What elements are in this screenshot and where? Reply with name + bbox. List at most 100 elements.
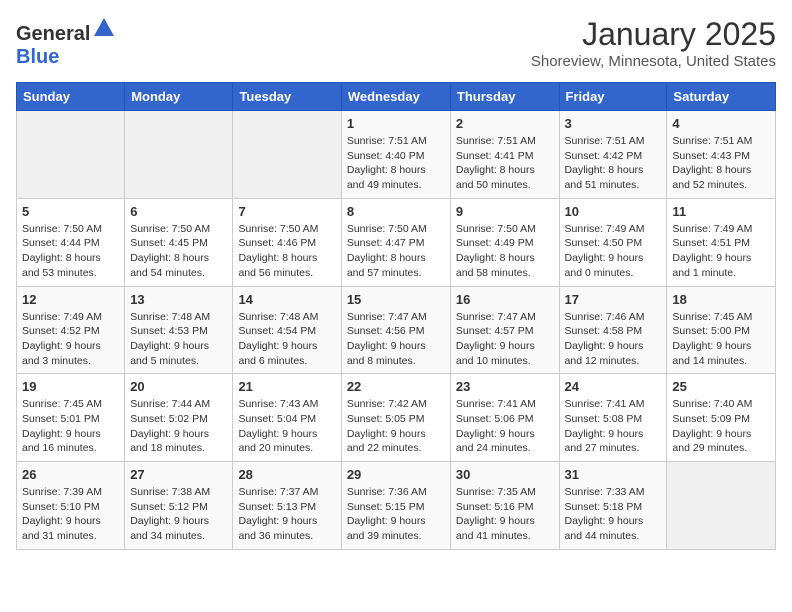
calendar-cell: 20 Sunrise: 7:44 AM Sunset: 5:02 PM Dayli… <box>125 374 233 462</box>
header-day-sunday: Sunday <box>17 83 125 111</box>
day-info: Sunrise: 7:45 AM Sunset: 5:00 PM Dayligh… <box>672 310 770 369</box>
month-title: January 2025 <box>531 16 776 53</box>
day-info: Sunrise: 7:41 AM Sunset: 5:08 PM Dayligh… <box>565 397 662 456</box>
header-row: SundayMondayTuesdayWednesdayThursdayFrid… <box>17 83 776 111</box>
day-number: 8 <box>347 204 445 219</box>
day-number: 26 <box>22 467 119 482</box>
day-info: Sunrise: 7:33 AM Sunset: 5:18 PM Dayligh… <box>565 485 662 544</box>
calendar-cell: 19 Sunrise: 7:45 AM Sunset: 5:01 PM Dayli… <box>17 374 125 462</box>
calendar-cell: 8 Sunrise: 7:50 AM Sunset: 4:47 PM Daylig… <box>341 198 450 286</box>
calendar-cell: 27 Sunrise: 7:38 AM Sunset: 5:12 PM Dayli… <box>125 462 233 550</box>
calendar-cell: 18Sunrise: 7:45 AM Sunset: 5:00 PM Dayli… <box>667 286 776 374</box>
day-info: Sunrise: 7:36 AM Sunset: 5:15 PM Dayligh… <box>347 485 445 544</box>
calendar-cell: 9Sunrise: 7:50 AM Sunset: 4:49 PM Daylig… <box>450 198 559 286</box>
calendar-cell: 13 Sunrise: 7:48 AM Sunset: 4:53 PM Dayli… <box>125 286 233 374</box>
day-info: Sunrise: 7:49 AM Sunset: 4:50 PM Dayligh… <box>565 222 662 281</box>
day-number: 27 <box>130 467 227 482</box>
calendar-cell: 7 Sunrise: 7:50 AM Sunset: 4:46 PM Daylig… <box>233 198 341 286</box>
week-row-1: 5Sunrise: 7:50 AM Sunset: 4:44 PM Daylig… <box>17 198 776 286</box>
day-number: 13 <box>130 292 227 307</box>
calendar-cell: 30 Sunrise: 7:35 AM Sunset: 5:16 PM Dayli… <box>450 462 559 550</box>
title-block: January 2025 Shoreview, Minnesota, Unite… <box>531 16 776 70</box>
day-info: Sunrise: 7:35 AM Sunset: 5:16 PM Dayligh… <box>456 485 554 544</box>
calendar-cell: 22Sunrise: 7:42 AM Sunset: 5:05 PM Dayli… <box>341 374 450 462</box>
day-info: Sunrise: 7:50 AM Sunset: 4:44 PM Dayligh… <box>22 222 119 281</box>
day-info: Sunrise: 7:44 AM Sunset: 5:02 PM Dayligh… <box>130 397 227 456</box>
day-number: 6 <box>130 204 227 219</box>
day-number: 14 <box>238 292 335 307</box>
calendar-cell: 31 Sunrise: 7:33 AM Sunset: 5:18 PM Dayli… <box>559 462 667 550</box>
day-number: 11 <box>672 204 770 219</box>
calendar-cell: 28Sunrise: 7:37 AM Sunset: 5:13 PM Dayli… <box>233 462 341 550</box>
day-info: Sunrise: 7:47 AM Sunset: 4:57 PM Dayligh… <box>456 310 554 369</box>
day-number: 3 <box>565 116 662 131</box>
calendar-cell <box>17 111 125 199</box>
day-number: 16 <box>456 292 554 307</box>
day-info: Sunrise: 7:45 AM Sunset: 5:01 PM Dayligh… <box>22 397 119 456</box>
week-row-0: 1 Sunrise: 7:51 AM Sunset: 4:40 PM Daylig… <box>17 111 776 199</box>
day-info: Sunrise: 7:49 AM Sunset: 4:51 PM Dayligh… <box>672 222 770 281</box>
day-info: Sunrise: 7:50 AM Sunset: 4:47 PM Dayligh… <box>347 222 445 281</box>
day-info: Sunrise: 7:50 AM Sunset: 4:45 PM Dayligh… <box>130 222 227 281</box>
day-number: 12 <box>22 292 119 307</box>
day-number: 23 <box>456 379 554 394</box>
logo-blue: Blue <box>16 46 59 68</box>
calendar-cell: 11 Sunrise: 7:49 AM Sunset: 4:51 PM Dayli… <box>667 198 776 286</box>
week-row-2: 12 Sunrise: 7:49 AM Sunset: 4:52 PM Dayli… <box>17 286 776 374</box>
day-info: Sunrise: 7:43 AM Sunset: 5:04 PM Dayligh… <box>238 397 335 456</box>
calendar-cell: 25Sunrise: 7:40 AM Sunset: 5:09 PM Dayli… <box>667 374 776 462</box>
calendar-cell <box>125 111 233 199</box>
week-row-4: 26 Sunrise: 7:39 AM Sunset: 5:10 PM Dayli… <box>17 462 776 550</box>
day-number: 4 <box>672 116 770 131</box>
header-day-tuesday: Tuesday <box>233 83 341 111</box>
day-number: 21 <box>238 379 335 394</box>
calendar-cell: 5Sunrise: 7:50 AM Sunset: 4:44 PM Daylig… <box>17 198 125 286</box>
day-number: 31 <box>565 467 662 482</box>
calendar-cell <box>667 462 776 550</box>
day-info: Sunrise: 7:49 AM Sunset: 4:52 PM Dayligh… <box>22 310 119 369</box>
day-number: 30 <box>456 467 554 482</box>
day-number: 19 <box>22 379 119 394</box>
week-row-3: 19 Sunrise: 7:45 AM Sunset: 5:01 PM Dayli… <box>17 374 776 462</box>
calendar-cell: 3 Sunrise: 7:51 AM Sunset: 4:42 PM Daylig… <box>559 111 667 199</box>
day-number: 2 <box>456 116 554 131</box>
logo-wordmark: General Blue <box>16 16 116 69</box>
day-number: 24 <box>565 379 662 394</box>
calendar-cell: 1 Sunrise: 7:51 AM Sunset: 4:40 PM Daylig… <box>341 111 450 199</box>
header-day-wednesday: Wednesday <box>341 83 450 111</box>
header-day-friday: Friday <box>559 83 667 111</box>
day-number: 25 <box>672 379 770 394</box>
calendar-cell: 14 Sunrise: 7:48 AM Sunset: 4:54 PM Dayli… <box>233 286 341 374</box>
day-info: Sunrise: 7:39 AM Sunset: 5:10 PM Dayligh… <box>22 485 119 544</box>
day-number: 20 <box>130 379 227 394</box>
day-info: Sunrise: 7:50 AM Sunset: 4:46 PM Dayligh… <box>238 222 335 281</box>
day-info: Sunrise: 7:51 AM Sunset: 4:40 PM Dayligh… <box>347 134 445 193</box>
day-number: 15 <box>347 292 445 307</box>
day-info: Sunrise: 7:48 AM Sunset: 4:54 PM Dayligh… <box>238 310 335 369</box>
day-info: Sunrise: 7:51 AM Sunset: 4:42 PM Dayligh… <box>565 134 662 193</box>
calendar-cell: 16 Sunrise: 7:47 AM Sunset: 4:57 PM Dayli… <box>450 286 559 374</box>
calendar-cell: 23Sunrise: 7:41 AM Sunset: 5:06 PM Dayli… <box>450 374 559 462</box>
day-info: Sunrise: 7:51 AM Sunset: 4:43 PM Dayligh… <box>672 134 770 193</box>
logo: General Blue <box>16 16 116 69</box>
day-number: 7 <box>238 204 335 219</box>
calendar-cell: 15 Sunrise: 7:47 AM Sunset: 4:56 PM Dayli… <box>341 286 450 374</box>
calendar-cell: 2Sunrise: 7:51 AM Sunset: 4:41 PM Daylig… <box>450 111 559 199</box>
day-info: Sunrise: 7:48 AM Sunset: 4:53 PM Dayligh… <box>130 310 227 369</box>
day-info: Sunrise: 7:38 AM Sunset: 5:12 PM Dayligh… <box>130 485 227 544</box>
day-info: Sunrise: 7:46 AM Sunset: 4:58 PM Dayligh… <box>565 310 662 369</box>
calendar-cell: 10 Sunrise: 7:49 AM Sunset: 4:50 PM Dayli… <box>559 198 667 286</box>
day-number: 10 <box>565 204 662 219</box>
logo-general: General <box>16 23 90 45</box>
logo-icon <box>92 16 116 40</box>
header-day-saturday: Saturday <box>667 83 776 111</box>
calendar-cell: 24 Sunrise: 7:41 AM Sunset: 5:08 PM Dayli… <box>559 374 667 462</box>
day-info: Sunrise: 7:42 AM Sunset: 5:05 PM Dayligh… <box>347 397 445 456</box>
calendar-cell: 17Sunrise: 7:46 AM Sunset: 4:58 PM Dayli… <box>559 286 667 374</box>
calendar-cell: 26 Sunrise: 7:39 AM Sunset: 5:10 PM Dayli… <box>17 462 125 550</box>
day-number: 29 <box>347 467 445 482</box>
header-day-monday: Monday <box>125 83 233 111</box>
day-number: 1 <box>347 116 445 131</box>
header-day-thursday: Thursday <box>450 83 559 111</box>
day-info: Sunrise: 7:47 AM Sunset: 4:56 PM Dayligh… <box>347 310 445 369</box>
